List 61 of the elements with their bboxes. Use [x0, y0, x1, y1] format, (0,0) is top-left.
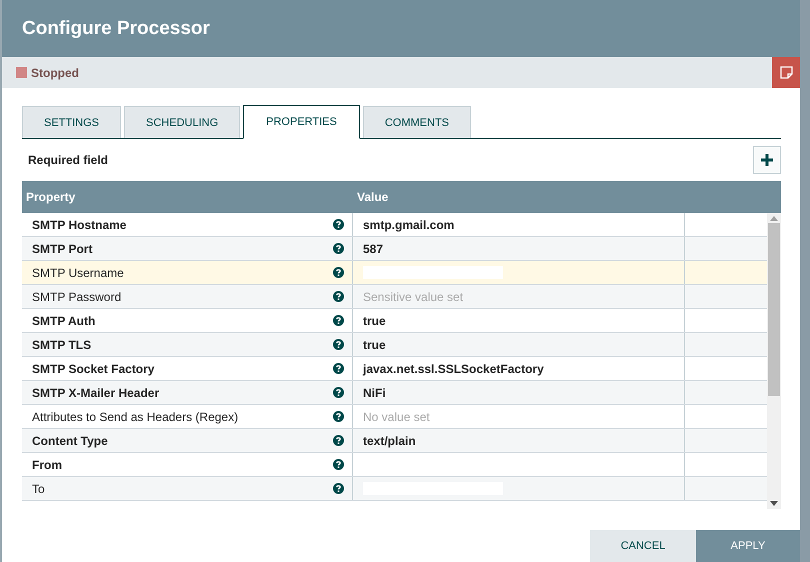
- add-property-button[interactable]: [753, 146, 781, 174]
- property-name: From: [32, 458, 62, 472]
- help-icon[interactable]: [333, 363, 344, 374]
- property-name: SMTP Port: [32, 242, 92, 256]
- property-value: Sensitive value set: [363, 290, 464, 304]
- property-name: SMTP Username: [32, 266, 124, 280]
- table-row[interactable]: SMTP TLS true: [22, 333, 767, 357]
- tab[interactable]: COMMENTS: [362, 106, 472, 138]
- table-row[interactable]: SMTP X-Mailer Header NiFi: [22, 381, 767, 405]
- plus-icon: [760, 153, 774, 167]
- property-value: true: [363, 314, 386, 328]
- table-row[interactable]: Content Type text/plain: [22, 429, 767, 453]
- property-name: SMTP Hostname: [32, 218, 126, 232]
- property-value: 587: [363, 242, 384, 256]
- property-name: SMTP TLS: [32, 338, 92, 352]
- property-name: Attributes to Send as Headers (Regex): [32, 410, 238, 424]
- property-value: NiFi: [363, 386, 386, 400]
- help-icon[interactable]: [333, 339, 344, 350]
- property-name: SMTP Socket Factory: [32, 362, 154, 376]
- tab[interactable]: SETTINGS: [22, 106, 122, 138]
- help-icon[interactable]: [333, 435, 344, 446]
- help-icon[interactable]: [333, 315, 344, 326]
- help-icon[interactable]: [333, 243, 344, 254]
- property-value: smtp.gmail.com: [363, 218, 454, 232]
- table-row[interactable]: SMTP Auth true: [22, 309, 767, 333]
- table-row[interactable]: To: [22, 477, 767, 501]
- property-value: javax.net.ssl.SSLSocketFactory: [363, 362, 544, 376]
- status-label: Stopped: [31, 66, 79, 80]
- help-icon[interactable]: [333, 291, 344, 302]
- help-icon[interactable]: [333, 219, 344, 230]
- property-name: SMTP X-Mailer Header: [32, 386, 160, 400]
- scroll-down-icon[interactable]: [770, 501, 778, 506]
- scrollbar[interactable]: [767, 213, 781, 509]
- table-row[interactable]: SMTP Password Sensitive value set: [22, 285, 767, 309]
- table-row[interactable]: SMTP Socket Factory javax.net.ssl.SSLSocketFactory: [22, 357, 767, 381]
- table-row[interactable]: Attributes to Send as Headers (Regex) No value set: [22, 405, 767, 429]
- property-name: Content Type: [32, 434, 108, 448]
- property-name: To: [32, 482, 45, 496]
- property-value: text/plain: [363, 434, 416, 448]
- note-icon: [780, 66, 792, 79]
- help-icon[interactable]: [333, 411, 344, 422]
- property-value: true: [363, 338, 386, 352]
- property-name: SMTP Auth: [32, 314, 96, 328]
- help-icon[interactable]: [333, 483, 344, 494]
- tab[interactable]: PROPERTIES: [243, 105, 360, 139]
- table-row[interactable]: From: [22, 453, 767, 477]
- tab[interactable]: SCHEDULING: [124, 106, 240, 138]
- dialog-title: Configure Processor: [22, 18, 210, 40]
- table-row[interactable]: SMTP Port 587: [22, 237, 767, 261]
- table-row[interactable]: SMTP Username: [22, 261, 767, 285]
- help-icon[interactable]: [333, 267, 344, 278]
- required-field-legend: Required field: [28, 153, 108, 167]
- property-name: SMTP Password: [32, 290, 122, 304]
- column-header: Value: [356, 190, 390, 204]
- help-icon[interactable]: [333, 459, 344, 470]
- help-icon[interactable]: [333, 387, 344, 398]
- table-row[interactable]: SMTP Hostname smtp.gmail.com: [22, 213, 767, 237]
- column-header: Property: [25, 190, 76, 204]
- note-button[interactable]: [772, 57, 800, 88]
- cancel-button[interactable]: CANCEL: [590, 530, 696, 562]
- property-value: No value set: [363, 410, 430, 424]
